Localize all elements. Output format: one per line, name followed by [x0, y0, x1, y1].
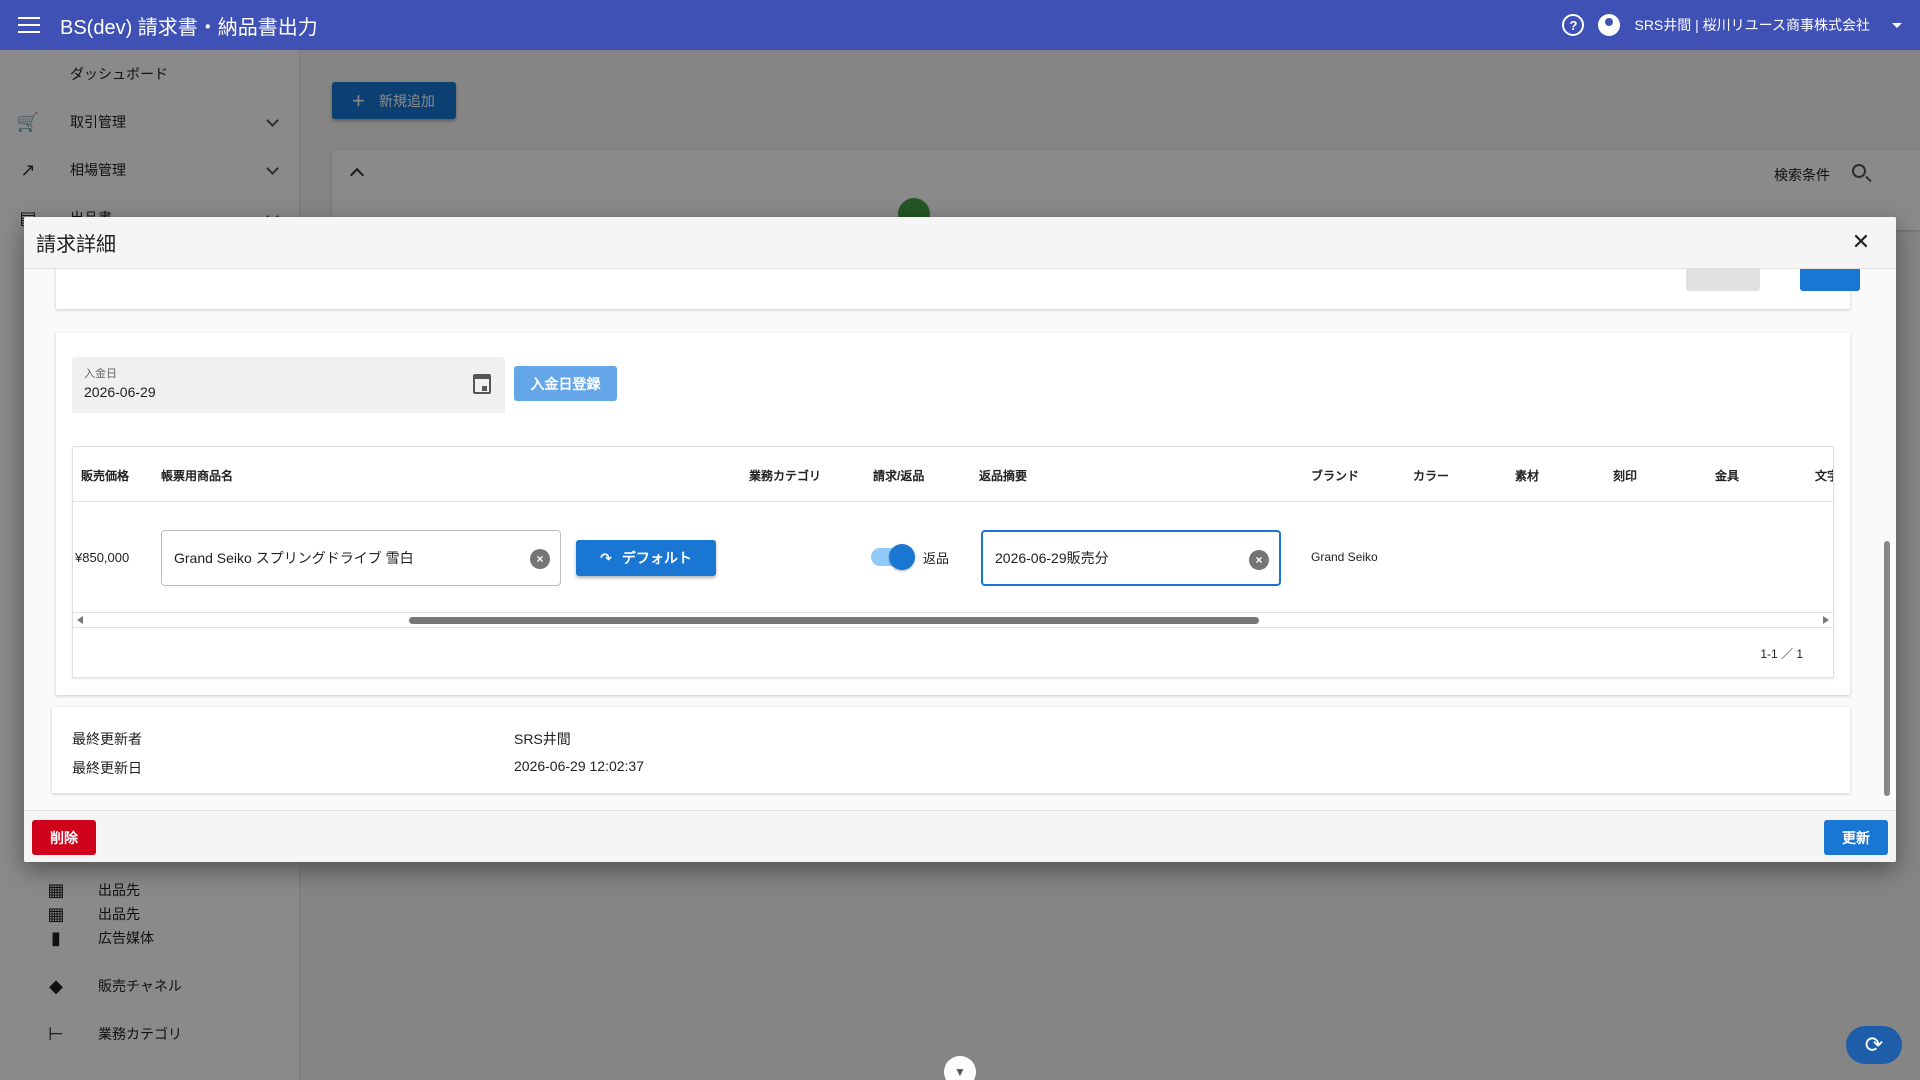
- default-button[interactable]: ↷ デフォルト: [576, 540, 716, 576]
- horizontal-scrollbar[interactable]: [73, 612, 1833, 628]
- scrollbar-thumb[interactable]: [1884, 541, 1890, 796]
- dialog-footer: 削除 更新: [24, 810, 1896, 862]
- sidebar-item-label: 販売チャネル: [98, 978, 182, 994]
- scroll-down-button[interactable]: ▼: [944, 1056, 976, 1080]
- header-price: 販売価格: [81, 469, 130, 483]
- header-return-memo: 返品摘要: [979, 469, 1028, 483]
- return-toggle[interactable]: [871, 544, 915, 570]
- table-header: 販売価格 帳票用商品名 業務カテゴリ 請求/返品 返品摘要 ブランド カラー 素…: [73, 447, 1833, 502]
- last-updated-at-label: 最終更新日: [72, 760, 142, 776]
- account-icon[interactable]: [1598, 14, 1621, 36]
- refresh-button[interactable]: ⟳: [1846, 1026, 1902, 1064]
- header-engraving: 刻印: [1613, 469, 1638, 483]
- sidebar-item-sales-channel[interactable]: ◆ 販売チャネル: [0, 962, 300, 1010]
- caret-down-icon[interactable]: [1892, 22, 1902, 28]
- header-product-name: 帳票用商品名: [161, 469, 234, 483]
- price-cell: ¥850,000: [75, 550, 130, 565]
- sidebar-item-label: 業務カテゴリ: [98, 1026, 182, 1042]
- header-hardware: 金具: [1715, 469, 1740, 483]
- filter-card: [56, 269, 1860, 309]
- scrollbar-thumb[interactable]: [409, 617, 1259, 624]
- scroll-left-icon[interactable]: [77, 616, 83, 624]
- payment-card: 入金日 2026-06-29 入金日登録 販売価格 帳票用商品名 業務カテゴリ …: [56, 333, 1850, 695]
- chevron-down-icon: ▼: [954, 1065, 966, 1079]
- header-brand: ブランド: [1311, 469, 1360, 483]
- help-circle-icon[interactable]: ?: [1562, 14, 1585, 36]
- redo-icon: ↷: [600, 549, 612, 566]
- header-text: 文字: [1815, 469, 1833, 483]
- archive-icon: ▦: [47, 879, 65, 900]
- document-icon: ▮: [51, 927, 61, 948]
- sidebar-item-label: 広告媒体: [98, 930, 154, 946]
- dialog-header: 請求詳細 ✕: [24, 217, 1896, 269]
- return-memo-value: 2026-06-29販売分: [995, 550, 1109, 566]
- hierarchy-icon: ⊢: [48, 1023, 64, 1044]
- return-toggle-label: 返品: [923, 551, 950, 566]
- return-memo-input[interactable]: 2026-06-29販売分 ×: [981, 530, 1281, 586]
- sidebar-item-listing-destination[interactable]: ▦ 出品先: [0, 866, 300, 914]
- header-material: 素材: [1515, 469, 1540, 483]
- clear-button[interactable]: [1686, 269, 1760, 291]
- sidebar-item-ad-media[interactable]: ▮ 広告媒体: [0, 914, 300, 962]
- delete-button[interactable]: 削除: [32, 820, 96, 855]
- dialog-title: 請求詳細: [36, 234, 116, 256]
- table-row: ¥850,000 Grand Seiko スプリングドライブ 雪白 × ↷ デフ…: [73, 502, 1833, 612]
- close-icon[interactable]: ✕: [1850, 231, 1872, 253]
- search-button[interactable]: [1800, 269, 1860, 291]
- user-label[interactable]: SRS井間 | 桜川リユース商事株式会社: [1634, 15, 1870, 35]
- payment-date-label: 入金日: [84, 368, 117, 380]
- sidebar-item-label: 出品先: [98, 882, 140, 898]
- invoice-detail-dialog: 請求詳細 ✕ 入金日 2026-06-29 入金日登録 販売価格 帳票用商品名 …: [24, 217, 1896, 862]
- tag-icon: ◆: [49, 975, 63, 996]
- app-bar: BS(dev) 請求書・納品書出力 ? SRS井間 | 桜川リユース商事株式会社: [0, 0, 1920, 50]
- pagination-text: 1-1 ／ 1: [1760, 647, 1803, 661]
- header-color: カラー: [1413, 469, 1450, 483]
- last-updated-at-value: 2026-06-29 12:02:37: [514, 758, 644, 774]
- dialog-body: 入金日 2026-06-29 入金日登録 販売価格 帳票用商品名 業務カテゴリ …: [24, 269, 1896, 809]
- scroll-right-icon[interactable]: [1823, 616, 1829, 624]
- payment-date-value: 2026-06-29: [84, 384, 156, 400]
- app-title: BS(dev) 請求書・納品書出力: [60, 16, 318, 39]
- sidebar-item-business-category[interactable]: ⊢ 業務カテゴリ: [0, 1010, 300, 1058]
- refresh-icon: ⟳: [1864, 1032, 1884, 1057]
- calendar-icon[interactable]: [473, 374, 491, 394]
- update-button[interactable]: 更新: [1824, 820, 1888, 855]
- header-business-category: 業務カテゴリ: [749, 469, 822, 483]
- last-updated-by-label: 最終更新者: [72, 731, 142, 747]
- default-button-label: デフォルト: [621, 550, 692, 566]
- update-info-card: 最終更新者 SRS井間 最終更新日 2026-06-29 12:02:37: [52, 707, 1850, 793]
- product-name-input[interactable]: Grand Seiko スプリングドライブ 雪白 ×: [161, 530, 561, 586]
- payment-date-field[interactable]: 入金日 2026-06-29: [72, 357, 505, 413]
- detail-table: 販売価格 帳票用商品名 業務カテゴリ 請求/返品 返品摘要 ブランド カラー 素…: [72, 446, 1834, 678]
- last-updated-by-value: SRS井間: [514, 731, 571, 747]
- clear-icon[interactable]: ×: [1249, 550, 1269, 570]
- register-payment-date-button[interactable]: 入金日登録: [514, 366, 617, 401]
- menu-icon[interactable]: [18, 17, 40, 33]
- header-invoice-return: 請求/返品: [873, 469, 925, 483]
- brand-cell: Grand Seiko: [1311, 550, 1378, 564]
- product-name-value: Grand Seiko スプリングドライブ 雪白: [174, 550, 414, 566]
- vertical-scrollbar[interactable]: [1882, 279, 1892, 809]
- clear-icon[interactable]: ×: [530, 549, 550, 569]
